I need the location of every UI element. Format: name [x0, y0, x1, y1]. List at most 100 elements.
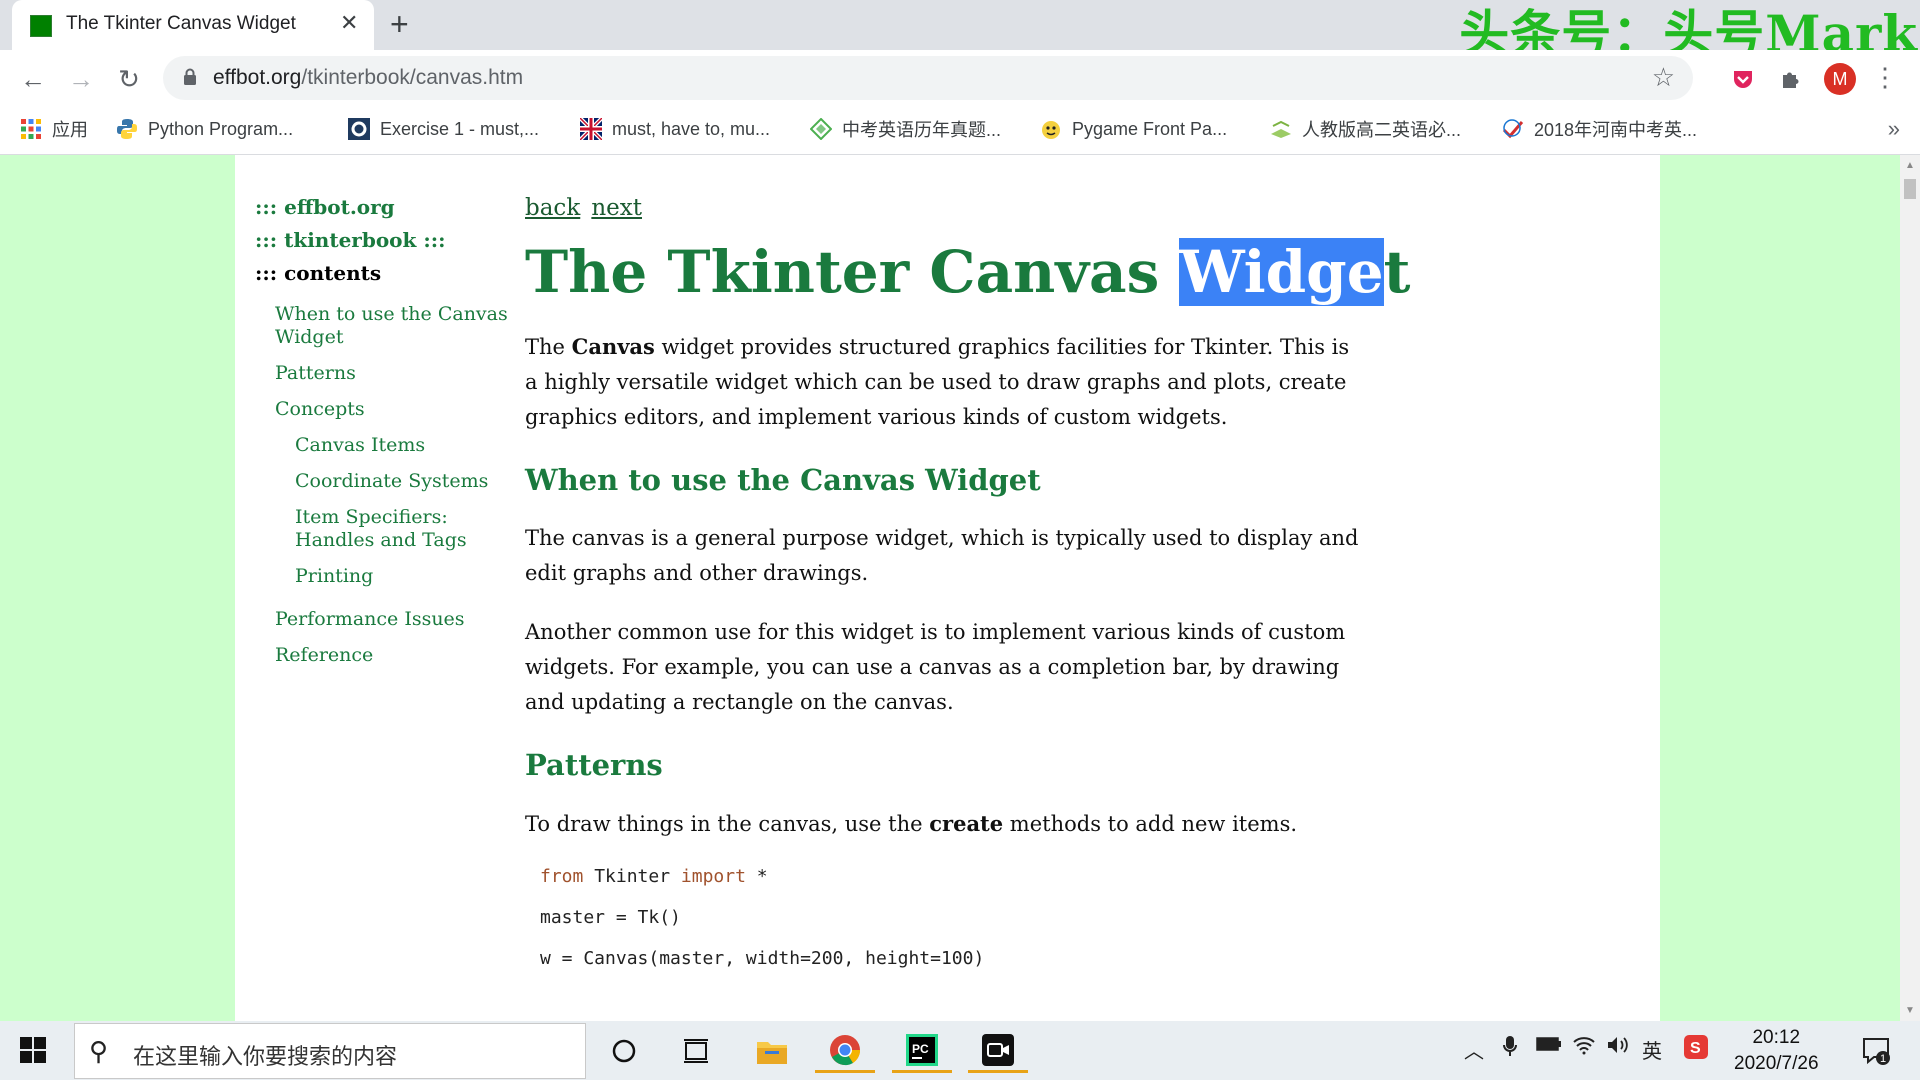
sidebar-item-when-to-use[interactable]: When to use the Canvas Widget — [275, 303, 525, 349]
bookmark-label: 应用 — [52, 120, 88, 140]
scroll-up-icon[interactable]: ▲ — [1905, 160, 1915, 171]
code-line-master: master = Tk() — [540, 907, 681, 928]
bookmark-label: 中考英语历年真题... — [842, 120, 1002, 140]
sidebar-item-reference[interactable]: Reference — [275, 644, 525, 667]
page-nav-links: back next — [525, 195, 1365, 221]
o-logo-icon — [348, 118, 370, 140]
page-body: ::: effbot.org ::: tkinterbook ::: ::: c… — [235, 155, 1660, 1021]
sidebar-item-printing[interactable]: Printing — [295, 565, 525, 588]
bookmark-label: Python Program... — [148, 118, 294, 139]
url-text[interactable]: effbot.org/tkinterbook/canvas.htm — [213, 66, 523, 90]
code-line-import: from Tkinter import * — [540, 866, 768, 887]
clock-time: 20:12 — [1752, 1027, 1801, 1048]
screen-recorder-taskbar-icon[interactable] — [968, 1029, 1028, 1073]
sogou-ime-icon[interactable]: S — [1684, 1035, 1708, 1065]
back-link[interactable]: back — [525, 195, 580, 221]
profile-avatar[interactable]: M — [1824, 63, 1856, 95]
microphone-icon[interactable] — [1502, 1035, 1518, 1063]
next-link[interactable]: next — [591, 195, 642, 221]
svg-text:PC: PC — [912, 1042, 929, 1056]
input-method-indicator[interactable]: 英 — [1642, 1035, 1662, 1064]
section-heading-patterns: Patterns — [525, 748, 663, 782]
file-explorer-icon[interactable] — [742, 1029, 802, 1073]
sidebar-item-coordinate-systems[interactable]: Coordinate Systems — [295, 470, 525, 493]
sidebar-item-canvas-items[interactable]: Canvas Items — [295, 434, 525, 457]
taskbar-clock[interactable]: 20:12 2020/7/26 — [1734, 1025, 1819, 1077]
battery-icon[interactable] — [1536, 1035, 1562, 1059]
bookmark-item[interactable]: Pygame Front Pa... — [1040, 114, 1227, 144]
sidebar-item-patterns[interactable]: Patterns — [275, 362, 525, 385]
task-view-icon[interactable] — [666, 1029, 726, 1073]
paragraph-patterns: To draw things in the canvas, use the cr… — [525, 811, 1298, 836]
page-viewport: ::: effbot.org ::: tkinterbook ::: ::: c… — [0, 155, 1900, 1021]
sidebar-item-performance[interactable]: Performance Issues — [275, 608, 525, 631]
cortana-icon[interactable] — [594, 1029, 654, 1073]
page-scrollbar[interactable]: ▲ ▼ — [1900, 155, 1920, 1021]
extensions-puzzle-icon[interactable] — [1776, 64, 1806, 94]
pycharm-taskbar-icon[interactable]: PC — [892, 1029, 952, 1073]
notification-center-icon[interactable]: 1 — [1860, 1035, 1892, 1072]
bookmark-item[interactable]: must, have to, mu... — [580, 114, 770, 144]
chrome-taskbar-icon[interactable] — [815, 1029, 875, 1073]
section-heading-when: When to use the Canvas Widget — [525, 463, 1041, 497]
wifi-icon[interactable] — [1572, 1035, 1596, 1061]
new-tab-button[interactable]: + — [390, 6, 409, 43]
bookmark-star-icon[interactable]: ☆ — [1652, 62, 1675, 93]
intro-paragraph: The Canvas widget provides structured gr… — [525, 334, 1350, 429]
uk-flag-icon — [580, 118, 602, 140]
bookmark-item[interactable]: Exercise 1 - must,... — [348, 114, 539, 144]
clock-date: 2020/7/26 — [1734, 1053, 1819, 1074]
nav-current-contents: ::: contents — [255, 261, 382, 285]
volume-icon[interactable] — [1606, 1035, 1630, 1061]
search-placeholder: 在这里输入你要搜索的内容 — [133, 1044, 398, 1069]
bookmark-item[interactable]: 2018年河南中考英... — [1502, 114, 1697, 144]
pygame-icon — [1042, 121, 1060, 139]
bookmark-label: must, have to, mu... — [612, 118, 771, 139]
search-icon: ⚲ — [89, 1036, 109, 1066]
sidebar-item-concepts[interactable]: Concepts — [275, 398, 525, 421]
taskbar-search-box[interactable]: ⚲ 在这里输入你要搜索的内容 — [74, 1023, 586, 1079]
bookmarks-bar: 应用 Python Program... Exercise 1 - must,.… — [0, 106, 1920, 155]
active-tab[interactable]: The Tkinter Canvas Widget ✕ — [12, 0, 374, 50]
notification-count: 1 — [1880, 1053, 1886, 1065]
apps-grid-icon — [21, 119, 41, 139]
address-bar[interactable]: effbot.org/tkinterbook/canvas.htm ☆ — [163, 56, 1693, 100]
pocket-extension-icon[interactable] — [1728, 64, 1758, 94]
bookmark-label: Pygame Front Pa... — [1072, 118, 1228, 139]
bookmarks-overflow-button[interactable]: » — [1888, 116, 1900, 142]
bookmark-item[interactable]: 中考英语历年真题... — [810, 114, 1001, 144]
tab-title: The Tkinter Canvas Widget — [66, 13, 296, 34]
nav-link-tkinterbook[interactable]: ::: tkinterbook ::: — [255, 228, 525, 252]
bookmark-label: 人教版高二英语必... — [1302, 120, 1462, 140]
close-tab-icon[interactable]: ✕ — [340, 10, 358, 36]
tab-strip: The Tkinter Canvas Widget ✕ + 头条号：头号Mark — [0, 0, 1920, 63]
browser-toolbar: ← → ↻ effbot.org/tkinterbook/canvas.htm … — [0, 50, 1920, 106]
python-icon — [117, 119, 137, 139]
back-button[interactable]: ← — [14, 60, 52, 98]
lock-icon — [184, 68, 196, 85]
main-content: back next The Tkinter Canvas Widget The … — [525, 195, 1411, 989]
diamond-icon — [810, 118, 832, 140]
selected-text: Widge — [1179, 238, 1384, 306]
scroll-thumb[interactable] — [1904, 179, 1916, 199]
sidebar-item-item-specifiers[interactable]: Item Specifiers: Handles and Tags — [295, 506, 525, 552]
tray-chevron-up-icon[interactable]: ︿ — [1464, 1035, 1484, 1064]
page-title: The Tkinter Canvas Widget — [525, 238, 1411, 306]
paragraph-when-1: The canvas is a general purpose widget, … — [525, 526, 1359, 585]
bookmark-item[interactable]: 应用 — [20, 114, 88, 144]
bookmark-label: Exercise 1 - must,... — [380, 118, 540, 139]
bookmark-item[interactable]: 人教版高二英语必... — [1270, 114, 1461, 144]
svg-text:S: S — [1690, 1040, 1701, 1057]
book-icon — [1271, 120, 1291, 138]
scroll-down-icon[interactable]: ▼ — [1905, 1005, 1915, 1016]
windows-start-icon[interactable] — [20, 1037, 46, 1063]
forward-button[interactable]: → — [62, 60, 100, 98]
chrome-menu-icon[interactable]: ⋮ — [1872, 62, 1898, 93]
reload-button[interactable]: ↻ — [110, 60, 148, 98]
code-line-canvas: w = Canvas(master, width=200, height=100… — [540, 948, 985, 969]
nav-link-effbot[interactable]: ::: effbot.org — [255, 195, 525, 219]
bookmark-item[interactable]: Python Program... — [116, 114, 293, 144]
favicon-icon — [30, 15, 52, 37]
windows-taskbar: ⚲ 在这里输入你要搜索的内容 PC ︿ 英 S 20:12 2020/7/26 — [0, 1021, 1920, 1080]
check-logo-icon — [1502, 119, 1524, 139]
